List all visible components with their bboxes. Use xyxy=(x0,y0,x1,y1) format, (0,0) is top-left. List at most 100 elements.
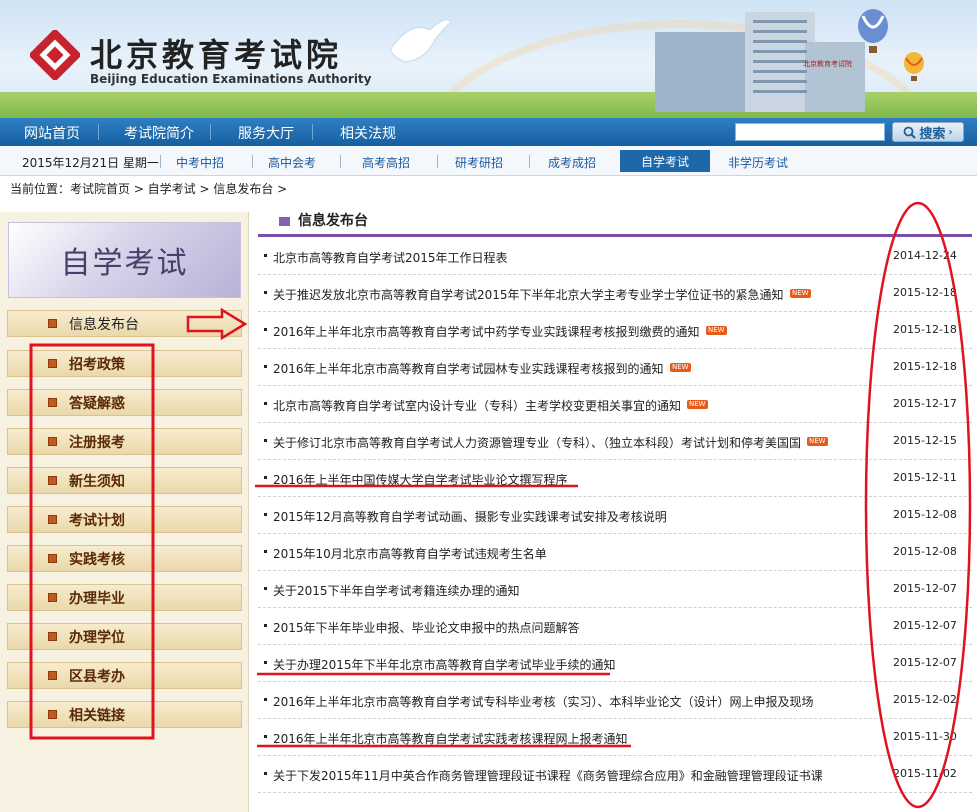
sidebar-item-faq[interactable]: 答疑解惑 xyxy=(7,389,242,416)
nav-separator xyxy=(312,124,313,140)
sidebar-header: 自学考试 xyxy=(8,222,241,298)
nav-item-regulations[interactable]: 相关法规 xyxy=(340,123,396,143)
subnav-link-gaokao[interactable]: 高考高招 xyxy=(362,154,410,171)
sidebar-header-label: 自学考试 xyxy=(60,246,189,281)
sidebar-item-practice[interactable]: 实践考核 xyxy=(7,545,242,572)
bullet-icon xyxy=(264,328,267,331)
bullet-icon xyxy=(48,319,57,328)
news-date: 2015-12-15 xyxy=(893,434,957,447)
bullet-icon xyxy=(48,515,57,524)
news-row: 关于推迟发放北京市高等教育自学考试2015年下半年北京大学主考专业学士学位证书的… xyxy=(258,275,972,312)
bullet-icon xyxy=(264,587,267,590)
subnav-divider xyxy=(340,155,341,168)
bullet-icon xyxy=(48,437,57,446)
bullet-icon xyxy=(48,710,57,719)
main-nav: 网站首页 考试院简介 服务大厅 相关法规 搜索 › xyxy=(0,118,977,146)
search-button[interactable]: 搜索 › xyxy=(892,122,964,142)
search-button-label: 搜索 xyxy=(919,126,946,142)
logo-title[interactable]: 北京教育考试院 xyxy=(90,30,342,76)
subnav-link-feixueli[interactable]: 非学历考试 xyxy=(728,154,788,171)
news-row: 2016年上半年北京市高等教育自学考试中药学专业实践课程考核报到缴费的通知 NEW… xyxy=(258,312,972,349)
subnav-link-zikao-active[interactable]: 自学考试 xyxy=(620,150,710,172)
subnav-divider xyxy=(160,155,161,168)
subnav-divider xyxy=(252,155,253,168)
sidebar-item-register[interactable]: 注册报考 xyxy=(7,428,242,455)
header-banner: 北京教育考试院 Beijing Education Examinations A… xyxy=(0,0,977,118)
bullet-icon xyxy=(48,593,57,602)
sidebar-item-info[interactable]: 信息发布台 xyxy=(7,310,242,337)
news-title-link[interactable]: 2016年上半年中国传媒大学自学考试毕业论文撰写程序 xyxy=(273,471,568,488)
sidebar-item-label: 新生须知 xyxy=(69,473,125,490)
nav-item-service[interactable]: 服务大厅 xyxy=(238,123,294,143)
sidebar-item-links[interactable]: 相关链接 xyxy=(7,701,242,728)
sidebar-item-label: 区县考办 xyxy=(69,668,125,685)
news-row: 关于修订北京市高等教育自学考试人力资源管理专业（专科）、（独立本科段）考试计划和… xyxy=(258,423,972,460)
news-row: 北京市高等教育自学考试室内设计专业（专科）主考学校变更相关事宜的通知 NEW 201… xyxy=(258,386,972,423)
news-title-link[interactable]: 关于下发2015年11月中英合作商务管理管理段证书课程《商务管理综合应用》和金融… xyxy=(273,767,823,784)
bullet-icon xyxy=(264,439,267,442)
hot-air-balloon-icon xyxy=(858,9,888,53)
news-date: 2015-12-07 xyxy=(893,619,957,632)
subnav-divider xyxy=(529,155,530,168)
news-title-link[interactable]: 关于2015下半年自学考试考籍连续办理的通知 xyxy=(273,582,520,599)
bullet-icon xyxy=(264,550,267,553)
bullet-icon xyxy=(48,632,57,641)
news-row: 2015年10月北京市高等教育自学考试违规考生名单 2015-12-08 xyxy=(258,534,972,571)
bullet-icon xyxy=(48,671,57,680)
news-title-link[interactable]: 关于推迟发放北京市高等教育自学考试2015年下半年北京大学主考专业学士学位证书的… xyxy=(273,286,784,303)
news-date: 2015-12-08 xyxy=(893,508,957,521)
news-row: 关于下发2015年11月中英合作商务管理管理段证书课程《商务管理综合应用》和金融… xyxy=(258,756,972,793)
news-title-link[interactable]: 2015年12月高等教育自学考试动画、摄影专业实践课考试安排及考核说明 xyxy=(273,508,667,525)
sidebar: 自学考试 信息发布台 招考政策 答疑解惑 注册报考 新生须知 考试计划 实践考核… xyxy=(0,212,249,812)
bullet-icon xyxy=(264,735,267,738)
news-date: 2015-11-30 xyxy=(893,730,957,743)
subnav-link-zhongkao[interactable]: 中考中招 xyxy=(176,154,224,171)
search-input[interactable] xyxy=(735,123,885,141)
sidebar-item-graduation[interactable]: 办理毕业 xyxy=(7,584,242,611)
bullet-icon xyxy=(264,254,267,257)
subnav-link-yankao[interactable]: 研考研招 xyxy=(455,154,503,171)
bullet-icon xyxy=(48,476,57,485)
news-title-link[interactable]: 2016年上半年北京市高等教育自学考试园林专业实践课程考核报到的通知 xyxy=(273,360,664,377)
sidebar-item-newcomer[interactable]: 新生须知 xyxy=(7,467,242,494)
sidebar-item-plan[interactable]: 考试计划 xyxy=(7,506,242,533)
news-row: 2016年上半年北京市高等教育自学考试实践考核课程网上报考通知 2015-11-3… xyxy=(258,719,972,756)
sidebar-item-policy[interactable]: 招考政策 xyxy=(7,350,242,377)
news-date: 2015-12-07 xyxy=(893,656,957,669)
subnav-link-huikao[interactable]: 高中会考 xyxy=(268,154,316,171)
news-row: 2016年上半年中国传媒大学自学考试毕业论文撰写程序 2015-12-11 xyxy=(258,460,972,497)
new-badge-icon: NEW xyxy=(687,400,708,409)
building-sign: 北京教育考试院 xyxy=(803,59,852,68)
new-badge-icon: NEW xyxy=(807,437,828,446)
nav-separator xyxy=(98,124,99,140)
news-title-link[interactable]: 关于修订北京市高等教育自学考试人力资源管理专业（专科）、（独立本科段）考试计划和… xyxy=(273,434,801,451)
current-date: 2015年12月21日 星期一 xyxy=(22,156,159,170)
sidebar-item-label: 相关链接 xyxy=(69,707,125,724)
news-title-link[interactable]: 2016年上半年北京市高等教育自学考试实践考核课程网上报考通知 xyxy=(273,730,628,747)
nav-item-home[interactable]: 网站首页 xyxy=(24,123,80,143)
nav-item-about[interactable]: 考试院简介 xyxy=(124,123,194,143)
news-title-link[interactable]: 关于办理2015年下半年北京市高等教育自学考试毕业手续的通知 xyxy=(273,656,616,673)
news-title-link[interactable]: 北京市高等教育自学考试2015年工作日程表 xyxy=(273,249,508,266)
nav-separator xyxy=(210,124,211,140)
news-date: 2015-12-11 xyxy=(893,471,957,484)
news-title-link[interactable]: 2015年下半年毕业申报、毕业论文申报中的热点问题解答 xyxy=(273,619,580,636)
bullet-icon xyxy=(264,365,267,368)
sub-nav: 2015年12月21日 星期一 中考中招 高中会考 高考高招 研考研招 成考成招… xyxy=(0,146,977,176)
news-title-link[interactable]: 2016年上半年北京市高等教育自学考试中药学专业实践课程考核报到缴费的通知 xyxy=(273,323,700,340)
new-badge-icon: NEW xyxy=(670,363,691,372)
subnav-link-chengkao[interactable]: 成考成招 xyxy=(548,154,596,171)
news-date: 2015-12-18 xyxy=(893,323,957,336)
bullet-icon xyxy=(264,402,267,405)
sidebar-item-degree[interactable]: 办理学位 xyxy=(7,623,242,650)
page-title: 信息发布台 xyxy=(298,213,368,229)
small-balloon-icon xyxy=(904,52,924,81)
sidebar-item-district[interactable]: 区县考办 xyxy=(7,662,242,689)
sidebar-item-label: 招考政策 xyxy=(69,356,125,373)
news-title-link[interactable]: 2015年10月北京市高等教育自学考试违规考生名单 xyxy=(273,545,547,562)
news-date: 2015-12-18 xyxy=(893,286,957,299)
logo-icon[interactable] xyxy=(30,30,80,80)
news-title-link[interactable]: 2016年上半年北京市高等教育自学考试专科毕业考核（实习）、本科毕业论文（设计）… xyxy=(273,693,814,710)
news-title-link[interactable]: 北京市高等教育自学考试室内设计专业（专科）主考学校变更相关事宜的通知 xyxy=(273,397,681,414)
breadcrumb: 当前位置：考试院首页 > 自学考试 > 信息发布台 > xyxy=(10,182,288,196)
